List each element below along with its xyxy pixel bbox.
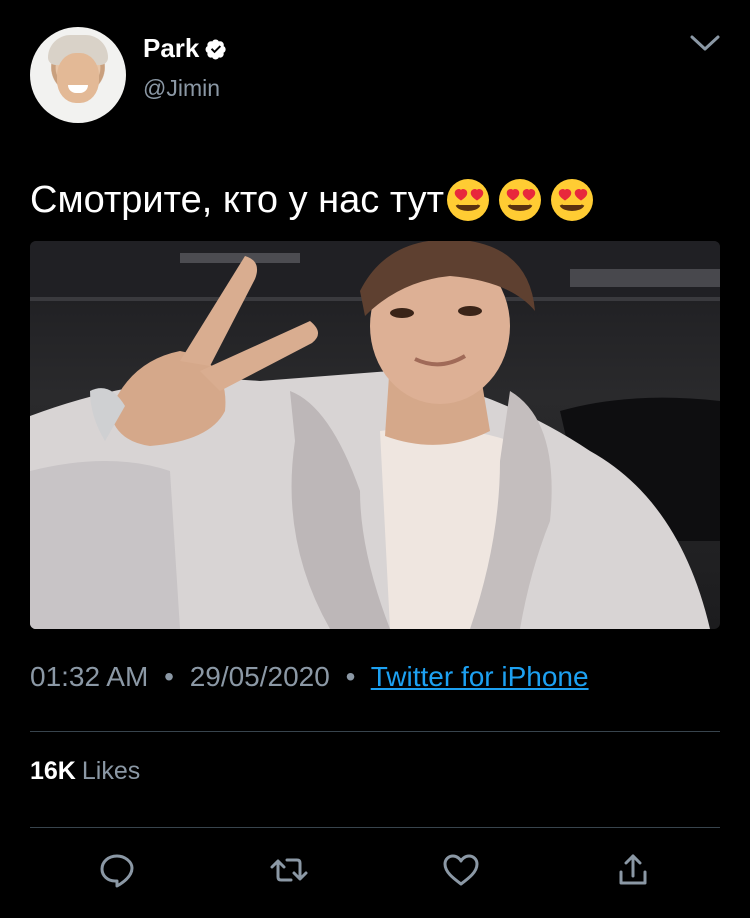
- divider-bottom: [30, 827, 720, 828]
- avatar-face: [57, 53, 99, 103]
- heart-eyes-emoji-icon: [447, 179, 490, 221]
- tweet-source-link[interactable]: Twitter for iPhone: [371, 661, 589, 692]
- heart-icon: [443, 854, 479, 886]
- tweet-text: Смотрите, кто у нас тут: [30, 179, 445, 221]
- emoji-row: [446, 178, 602, 222]
- author-display-name[interactable]: Park: [143, 33, 199, 64]
- likes-stat[interactable]: 16K Likes: [30, 757, 140, 786]
- tweet-photo[interactable]: [30, 241, 720, 629]
- share-icon: [619, 854, 647, 885]
- meta-separator: •: [345, 661, 356, 692]
- author-name-row[interactable]: Park: [143, 33, 227, 64]
- share-button[interactable]: [613, 850, 653, 890]
- photo-illustration: [30, 241, 720, 629]
- reply-button[interactable]: [97, 850, 137, 890]
- avatar[interactable]: [30, 27, 126, 123]
- retweet-icon: [270, 858, 308, 882]
- likes-count: 16K: [30, 757, 76, 785]
- reply-icon: [100, 854, 134, 888]
- heart-eyes-emoji-icon: [551, 179, 594, 221]
- chevron-down-icon[interactable]: [689, 33, 721, 53]
- meta-separator: •: [164, 661, 174, 692]
- verified-badge-icon: [205, 38, 227, 59]
- retweet-button[interactable]: [269, 850, 309, 890]
- like-button[interactable]: [441, 850, 481, 890]
- tweet-time: 01:32 AM: [30, 661, 149, 692]
- likes-label: Likes: [81, 757, 141, 785]
- author-handle[interactable]: @Jimin: [143, 75, 220, 102]
- tweet-date: 29/05/2020: [189, 661, 330, 692]
- tweet-meta: 01:32 AM • 29/05/2020 • Twitter for iPho…: [30, 661, 589, 693]
- heart-eyes-emoji-icon: [499, 179, 542, 221]
- divider-top: [30, 731, 720, 732]
